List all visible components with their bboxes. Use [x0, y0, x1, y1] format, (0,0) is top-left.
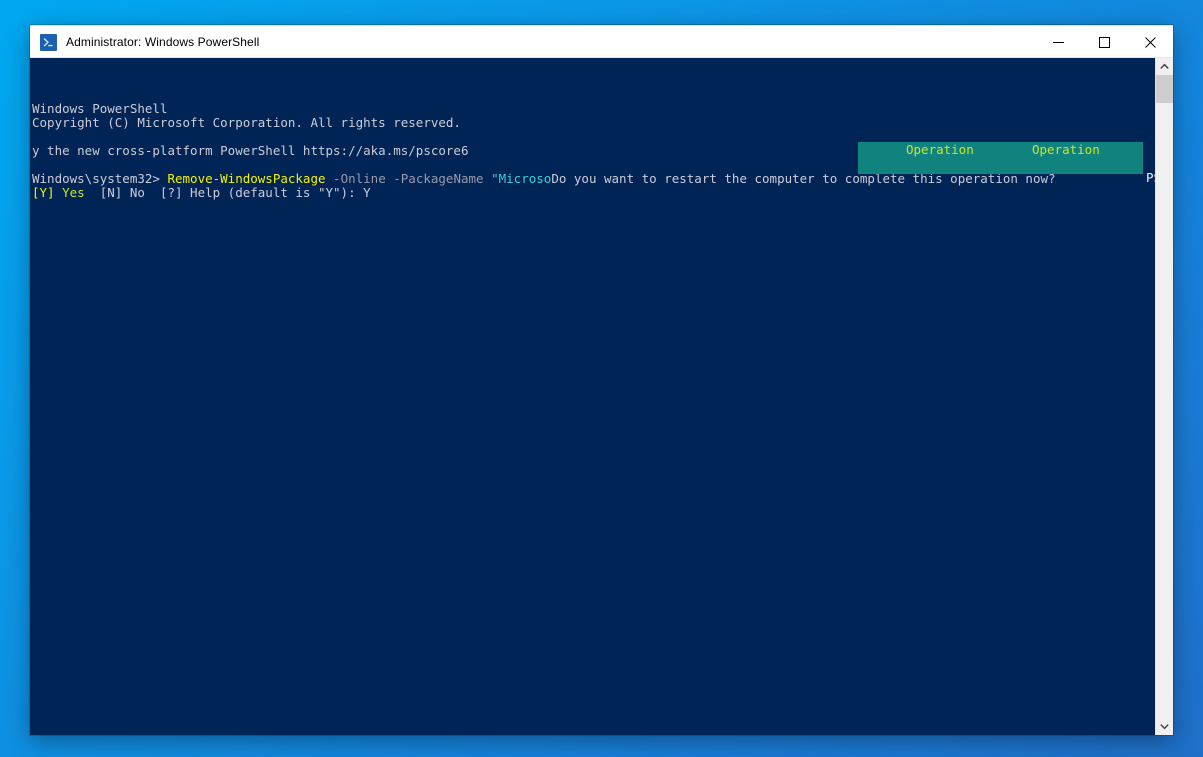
console-text-segment: [N] No [?] Help (default is "Y"): Y: [84, 185, 371, 200]
console-area[interactable]: Windows PowerShell Copyright (C) Microsof…: [30, 58, 1173, 735]
console-scrollbar[interactable]: [1155, 58, 1173, 735]
window-title-bar[interactable]: Administrator: Windows PowerShell: [30, 25, 1173, 58]
console-text-segment: Windows PowerShell: [32, 101, 168, 116]
chevron-up-icon[interactable]: [1156, 58, 1173, 75]
chevron-down-icon[interactable]: [1156, 718, 1173, 735]
console-text-segment: Do you want to restart the computer to c…: [551, 171, 1056, 186]
console-text-segment: [Y]: [32, 185, 63, 200]
console-text-segment: y the new cross-platform PowerShell http…: [32, 143, 469, 158]
console-line: Copyright (C) Microsoft Corporation. All…: [32, 116, 1155, 130]
console-line: Windows PowerShell: [32, 102, 1155, 116]
console-line: [Y] Yes [N] No [?] Help (default is "Y")…: [32, 186, 1155, 200]
window-controls: [1035, 26, 1173, 58]
console-line: Windows\system32> Remove-WindowsPackage …: [32, 172, 1155, 186]
console-line: y the new cross-platform PowerShell http…: [32, 144, 1155, 158]
window-title: Administrator: Windows PowerShell: [66, 35, 260, 49]
minimize-button[interactable]: [1035, 26, 1081, 58]
maximize-button[interactable]: [1081, 26, 1127, 58]
console-text-segment: Yes: [62, 185, 85, 200]
console-output[interactable]: Windows PowerShell Copyright (C) Microsof…: [30, 58, 1155, 735]
powershell-icon: [40, 33, 57, 51]
powershell-window[interactable]: Administrator: Windows PowerShell Window…: [30, 25, 1173, 735]
console-text-segment: Copyright (C) Microsoft Corporation. All…: [32, 115, 461, 130]
scrollbar-track[interactable]: [1156, 75, 1173, 718]
console-text-segment: Windows\system32>: [32, 171, 168, 186]
close-button[interactable]: [1127, 26, 1173, 58]
console-text-segment: -Online -PackageName: [325, 171, 492, 186]
console-text-segment: Remove-WindowsPackage: [167, 171, 326, 186]
scrollbar-thumb[interactable]: [1156, 75, 1173, 103]
console-text-segment: "Microso: [491, 171, 552, 186]
